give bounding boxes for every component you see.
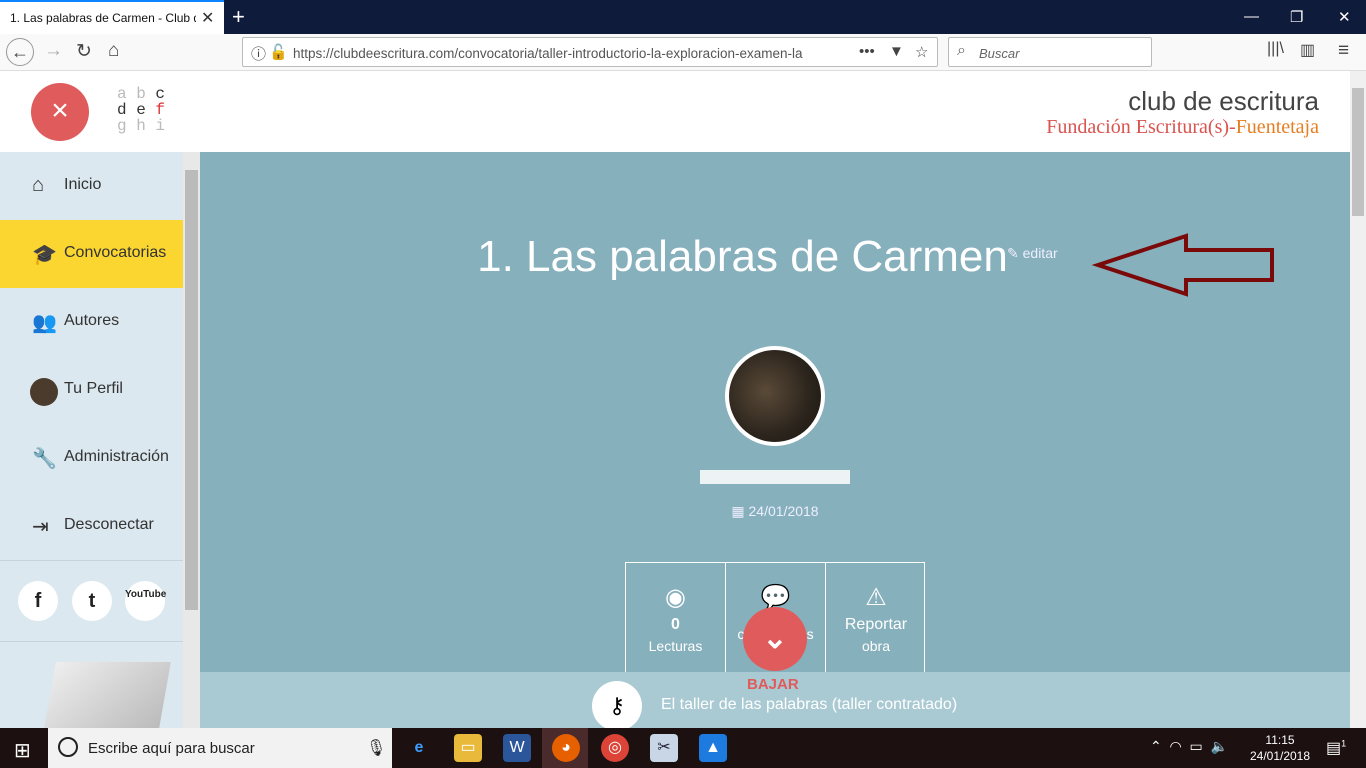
close-menu-button[interactable]: × xyxy=(31,83,89,141)
key-icon: ⚷ xyxy=(592,681,642,731)
sidebar-item-label: Convocatorias xyxy=(64,244,167,261)
sidebar-item-label: Autores xyxy=(64,312,120,329)
eye-icon: ◉ xyxy=(665,584,686,611)
close-tab-icon[interactable]: ✕ xyxy=(201,8,214,28)
clock-date: 24/01/2018 xyxy=(1249,749,1311,763)
sign-out-icon: ⇥ xyxy=(32,516,49,538)
close-window-icon[interactable]: ✕ xyxy=(1338,8,1351,26)
file-explorer-icon[interactable]: ▭ xyxy=(454,734,482,762)
clock-time: 11:15 xyxy=(1265,733,1295,747)
library-icon[interactable]: |||\ xyxy=(1267,40,1284,58)
sidebar-scroll-thumb[interactable] xyxy=(185,170,198,610)
sidebar-item-administracion[interactable]: 🔧 Administración xyxy=(0,424,183,492)
chrome-icon[interactable]: ◎ xyxy=(601,734,629,762)
graduation-cap-icon: 🎓 xyxy=(32,244,57,266)
site-title: club de escritura xyxy=(1128,86,1319,116)
menu-icon[interactable]: ≡ xyxy=(1338,40,1349,62)
bookmark-star-icon[interactable]: ☆ xyxy=(915,43,928,61)
back-icon[interactable]: ← xyxy=(6,38,34,66)
sidebar-item-label: Tu Perfil xyxy=(64,380,123,397)
wrench-icon: 🔧 xyxy=(32,448,57,470)
edge-icon[interactable]: e xyxy=(405,734,433,762)
page-actions-icon[interactable]: ••• xyxy=(859,43,875,60)
sidebar-item-inicio[interactable]: ⌂ Inicio xyxy=(0,152,183,220)
clock[interactable]: 11:15 24/01/2018 xyxy=(1240,732,1320,764)
edit-label: editar xyxy=(1022,245,1058,261)
red-arrow-annotation xyxy=(1091,233,1274,297)
sidebar-toggle-icon[interactable]: ▥ xyxy=(1300,40,1315,60)
sidebar-item-label: Administración xyxy=(64,448,169,465)
system-tray[interactable]: ⌃ ◠ ▭ 🔈 xyxy=(1150,738,1228,755)
logo[interactable]: a b c d e f g h i xyxy=(117,86,165,134)
firefox-icon[interactable]: ◕ xyxy=(552,734,580,762)
scroll-down-button[interactable]: ⌄ xyxy=(743,607,807,671)
snipping-tool-icon[interactable]: ✂ xyxy=(650,734,678,762)
sidebar-item-label: Inicio xyxy=(64,176,102,193)
search-icon: ⌕ xyxy=(957,42,966,59)
report-sub-label: obra xyxy=(861,638,891,654)
taskbar-search-placeholder: Escribe aquí para buscar xyxy=(88,740,255,757)
windows-start-icon[interactable]: ⊞ xyxy=(14,738,31,763)
date-text: 24/01/2018 xyxy=(748,503,819,519)
sidebar-item-autores[interactable]: 👥 Autores xyxy=(0,288,183,356)
readings-label: Lecturas xyxy=(648,638,703,654)
social-links: f t YouTube xyxy=(0,560,183,642)
sidebar-item-perfil[interactable]: Tu Perfil xyxy=(0,356,183,424)
forward-icon[interactable]: → xyxy=(44,40,63,62)
facebook-icon[interactable]: f xyxy=(18,581,58,621)
edit-link[interactable]: ✎ editar xyxy=(1007,245,1058,262)
info-icon[interactable]: ⓘ xyxy=(251,43,266,64)
restore-icon[interactable]: ❐ xyxy=(1290,8,1303,26)
site-subtitle: Fundación Escritura(s)-Fuentetaja xyxy=(1046,116,1319,138)
sidebar-item-desconectar[interactable]: ⇥ Desconectar xyxy=(0,492,183,560)
tab-title: 1. Las palabras de Carmen - Club de escr… xyxy=(10,11,196,25)
browser-tab[interactable]: 1. Las palabras de Carmen - Club de escr… xyxy=(0,0,224,34)
readings-count: 0 xyxy=(671,616,680,633)
workshop-link[interactable]: El taller de las palabras (taller contra… xyxy=(661,696,957,714)
twitter-icon[interactable]: t xyxy=(72,581,112,621)
word-icon[interactable]: W xyxy=(503,734,531,762)
page-scroll-thumb[interactable] xyxy=(1352,88,1364,216)
avatar xyxy=(30,378,58,406)
sidebar-item-convocatorias[interactable]: 🎓 Convocatorias xyxy=(0,220,183,288)
url-text: https://clubdeescritura.com/convocatoria… xyxy=(293,46,803,61)
warning-icon: ⚠ xyxy=(865,584,887,611)
home-icon: ⌂ xyxy=(32,174,45,196)
photos-icon[interactable]: ▲ xyxy=(699,734,727,762)
decorative-paper-image xyxy=(44,662,171,728)
browser-search[interactable]: ⌕ Buscar xyxy=(948,37,1152,67)
youtube-icon[interactable]: YouTube xyxy=(125,581,166,621)
cortana-icon xyxy=(58,737,78,757)
minimize-icon[interactable]: — xyxy=(1244,8,1259,25)
author-avatar[interactable] xyxy=(725,346,825,446)
search-placeholder: Buscar xyxy=(979,46,1020,61)
new-tab-icon[interactable]: + xyxy=(232,4,245,30)
microphone-icon[interactable]: 🎙 xyxy=(366,738,386,758)
lock-icon: 🔓 xyxy=(269,44,288,61)
reload-icon[interactable]: ↻ xyxy=(76,40,92,63)
report-stat[interactable]: ⚠ Reportar obra xyxy=(826,563,926,673)
readings-stat: ◉ 0 Lecturas xyxy=(626,563,726,673)
notifications-icon[interactable]: ▤1 xyxy=(1326,738,1346,758)
publish-date: ▦ 24/01/2018 xyxy=(731,503,819,519)
url-bar[interactable]: ⓘ 🔓 https://clubdeescritura.com/convocat… xyxy=(242,37,938,67)
taskbar-search[interactable]: Escribe aquí para buscar 🎙 xyxy=(48,728,392,768)
sidebar-item-label: Desconectar xyxy=(64,516,154,533)
home-icon[interactable]: ⌂ xyxy=(108,40,119,62)
pocket-icon[interactable]: ▼ xyxy=(889,43,904,60)
bajar-label[interactable]: BAJAR xyxy=(747,676,799,693)
users-icon: 👥 xyxy=(32,312,57,334)
author-name-redacted[interactable] xyxy=(700,470,850,484)
report-label: Reportar xyxy=(844,616,908,633)
